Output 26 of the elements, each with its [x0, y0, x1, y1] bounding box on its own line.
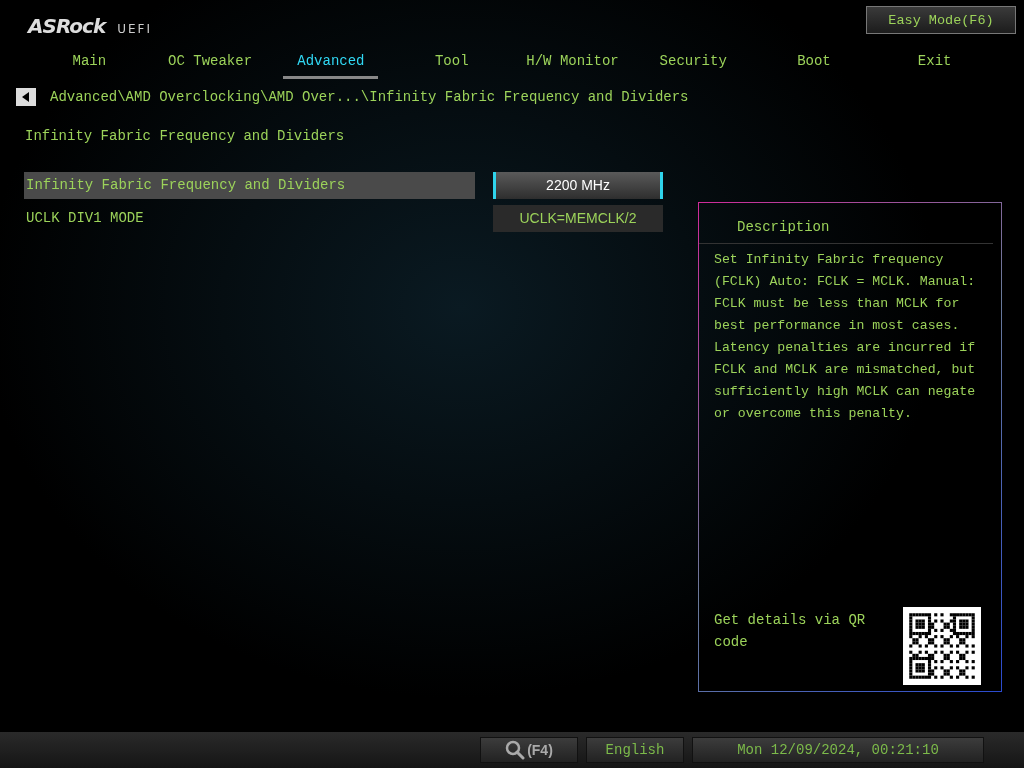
search-button[interactable]: (F4): [480, 737, 578, 763]
easy-mode-button[interactable]: Easy Mode(F6): [866, 6, 1016, 34]
product-label: UEFI: [117, 22, 152, 36]
back-arrow-icon: [22, 92, 30, 102]
language-button[interactable]: English: [586, 737, 684, 763]
description-title: Description: [737, 219, 830, 235]
menu-tab[interactable]: Tool: [391, 46, 513, 76]
menu-tab[interactable]: H/W Monitor: [512, 46, 633, 76]
menu-tab[interactable]: Main: [29, 46, 150, 76]
description-text: Set Infinity Fabric frequency (FCLK) Auto: FCLK = MCLK. Manual: FCLK must be less than MCLK for best performance in most cases. Latency penalties are incurred if FCLK and MCLK are mismatched, but sufficiently high MCLK can negate or overcome this penalty.: [713, 251, 977, 423]
search-icon: [505, 740, 526, 760]
menu-tab[interactable]: Boot: [753, 46, 875, 76]
setting-value-field[interactable]: 2200 MHz: [493, 172, 663, 199]
menu-tab[interactable]: Security: [632, 46, 754, 76]
brand-logo: ASRock: [28, 14, 106, 38]
menu-tab[interactable]: Advanced: [283, 46, 379, 79]
setting-label[interactable]: Infinity Fabric Frequency and Dividers: [24, 172, 475, 199]
back-button[interactable]: [16, 88, 36, 106]
date-time-display: Mon 12/09/2024, 00:21:10: [692, 737, 984, 763]
breadcrumb-path: Advanced\AMD Overclocking\AMD Over...\Infinity Fabric Frequency and Dividers: [50, 89, 689, 105]
menu-tab[interactable]: Exit: [874, 46, 995, 76]
menu-tab[interactable]: OC Tweaker: [149, 46, 271, 76]
setting-label[interactable]: UCLK DIV1 MODE: [24, 205, 475, 232]
qr-caption: Get details via QR code: [714, 611, 867, 652]
setting-value-field[interactable]: UCLK=MEMCLK/2: [493, 205, 663, 232]
page-title: Infinity Fabric Frequency and Dividers: [24, 127, 346, 146]
